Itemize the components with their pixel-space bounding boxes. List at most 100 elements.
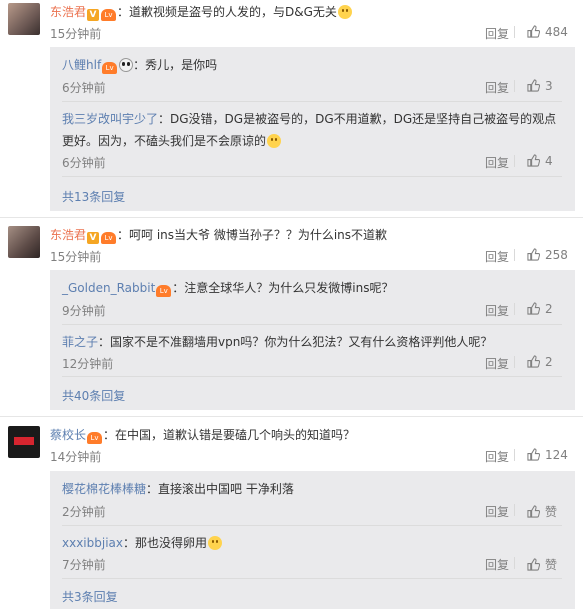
- like-button[interactable]: 2: [527, 302, 553, 316]
- divider: [514, 249, 515, 261]
- reply-line: _Golden_Rabbit Lv ：注意全球华人？为什么只发微博ins呢？: [62, 279, 393, 297]
- divider: [514, 303, 515, 315]
- replies-box: 八鲤hlf Lv ：秀儿，是你吗 6分钟前 回复 3 我三岁改叫宇少了：DG没错，D…: [50, 47, 575, 211]
- reply-text: ：那也没得卵用: [123, 536, 208, 550]
- reply-button[interactable]: 回复: [485, 154, 509, 171]
- like-count: 258: [545, 248, 568, 262]
- emoji-icon: [267, 134, 282, 148]
- avatar[interactable]: [8, 426, 40, 458]
- verified-icon: V: [87, 9, 100, 21]
- level-icon: Lv: [101, 9, 117, 21]
- level-icon: Lv: [101, 232, 117, 244]
- reply-button[interactable]: 回复: [485, 248, 509, 265]
- level-icon: Lv: [156, 285, 172, 297]
- comment-line: 东浩君 V Lv ：呵呵 ins当大爷 微博当孙子？？为什么ins不道歉: [50, 226, 387, 244]
- divider: [514, 155, 515, 167]
- reply-text: ：DG没错，DG是被盗号的，DG不用道歉，DG还是坚持自己被盗号的观点: [158, 112, 557, 126]
- username-link[interactable]: 八鲤hlf: [62, 58, 101, 72]
- like-button[interactable]: 484: [527, 25, 568, 39]
- replies-box: _Golden_Rabbit Lv ：注意全球华人？为什么只发微博ins呢？ 9分钟…: [50, 270, 575, 410]
- emoji-icon: [337, 5, 352, 19]
- like-count: 2: [545, 302, 553, 316]
- thumbs-up-icon: [527, 448, 541, 461]
- divider: [514, 557, 515, 569]
- username-link[interactable]: 我三岁改叫宇少了: [62, 112, 158, 126]
- thumbs-up-icon: [527, 505, 541, 518]
- username-link[interactable]: 东浩君: [50, 228, 86, 242]
- username-link[interactable]: xxxibbjiax: [62, 536, 123, 550]
- reply-button[interactable]: 回复: [485, 79, 509, 96]
- reply-line-continued: 更好。因为，不磕头我们是不会原谅的: [62, 132, 282, 149]
- reply-button[interactable]: 回复: [485, 25, 509, 42]
- thread-divider: [0, 217, 583, 218]
- username-link[interactable]: 蔡校长: [50, 428, 86, 442]
- divider: [514, 449, 515, 461]
- timestamp: 7分钟前: [62, 558, 106, 572]
- reply-text: ：注意全球华人？为什么只发微博ins呢？: [172, 281, 394, 295]
- like-count: 3: [545, 79, 553, 93]
- avatar[interactable]: [8, 226, 40, 258]
- reply-button[interactable]: 回复: [485, 556, 509, 573]
- like-button[interactable]: 4: [527, 154, 553, 168]
- timestamp: 12分钟前: [62, 357, 114, 371]
- like-button[interactable]: 124: [527, 448, 568, 462]
- like-count: 484: [545, 25, 568, 39]
- avatar-logo: [14, 437, 34, 445]
- divider: [62, 176, 562, 177]
- reply-button[interactable]: 回复: [485, 503, 509, 520]
- timestamp: 15分钟前: [50, 27, 102, 41]
- like-button[interactable]: 258: [527, 248, 568, 262]
- like-button[interactable]: 赞: [527, 503, 557, 520]
- reply-button[interactable]: 回复: [485, 355, 509, 372]
- like-count: 124: [545, 448, 568, 462]
- comment-text: ：呵呵 ins当大爷 微博当孙子？？为什么ins不道歉: [117, 228, 388, 242]
- like-label: 赞: [545, 558, 558, 572]
- level-icon: Lv: [87, 432, 103, 444]
- like-button[interactable]: 2: [527, 355, 553, 369]
- like-count: 2: [545, 355, 553, 369]
- thumbs-up-icon: [527, 79, 541, 92]
- thumbs-up-icon: [527, 558, 541, 571]
- divider: [62, 525, 562, 526]
- thumbs-up-icon: [527, 25, 541, 38]
- like-count: 4: [545, 154, 553, 168]
- timestamp: 6分钟前: [62, 81, 106, 95]
- replies-box: 樱花棉花棒棒糖：直接滚出中国吧 干净利落 2分钟前 回复 赞 xxxibbjia…: [50, 471, 575, 609]
- timestamp: 2分钟前: [62, 505, 106, 519]
- username-link[interactable]: _Golden_Rabbit: [62, 281, 155, 295]
- divider: [514, 504, 515, 516]
- username-link[interactable]: 菲之子: [62, 335, 98, 349]
- reply-text: ：国家不是不准翻墙用vpn吗？你为什么犯法？又有什么资格评判他人呢？: [98, 335, 493, 349]
- comment-text: ：道歉视频是盗号的人发的，与D&G无关: [117, 5, 337, 19]
- divider: [514, 26, 515, 38]
- comment-line: 东浩君 V Lv ：道歉视频是盗号的人发的，与D&G无关: [50, 3, 352, 21]
- reply-line: 我三岁改叫宇少了：DG没错，DG是被盗号的，DG不用道歉，DG还是坚持自己被盗号…: [62, 110, 556, 127]
- username-link[interactable]: 东浩君: [50, 5, 86, 19]
- reply-button[interactable]: 回复: [485, 302, 509, 319]
- reply-text: 更好。因为，不磕头我们是不会原谅的: [62, 134, 267, 148]
- comment-line: 蔡校长 Lv ：在中国，道歉认错是要磕几个响头的知道吗？: [50, 426, 355, 444]
- reply-line: 菲之子：国家不是不准翻墙用vpn吗？你为什么犯法？又有什么资格评判他人呢？: [62, 333, 492, 350]
- divider: [62, 376, 562, 377]
- username-link[interactable]: 樱花棉花棒棒糖: [62, 482, 146, 496]
- divider: [514, 356, 515, 368]
- like-button[interactable]: 3: [527, 79, 553, 93]
- level-icon: Lv: [102, 62, 118, 74]
- more-replies-link[interactable]: 共40条回复: [62, 387, 125, 404]
- thumbs-up-icon: [527, 302, 541, 315]
- emoji-icon: [208, 536, 223, 550]
- verified-icon: V: [87, 232, 100, 244]
- thumbs-up-icon: [527, 248, 541, 261]
- more-replies-link[interactable]: 共13条回复: [62, 188, 125, 205]
- panda-emoji-icon: [119, 58, 134, 72]
- comment-list: 东浩君 V Lv ：道歉视频是盗号的人发的，与D&G无关 15分钟前 回复 484 八…: [0, 0, 583, 614]
- like-button[interactable]: 赞: [527, 556, 557, 573]
- divider: [62, 101, 562, 102]
- reply-button[interactable]: 回复: [485, 448, 509, 465]
- comment-text: ：在中国，道歉认错是要磕几个响头的知道吗？: [103, 428, 356, 442]
- reply-text: ：秀儿，是你吗: [133, 58, 218, 72]
- avatar[interactable]: [8, 3, 40, 35]
- more-replies-link[interactable]: 共3条回复: [62, 588, 118, 605]
- reply-text: ：直接滚出中国吧 干净利落: [146, 482, 294, 496]
- reply-line: 樱花棉花棒棒糖：直接滚出中国吧 干净利落: [62, 480, 294, 497]
